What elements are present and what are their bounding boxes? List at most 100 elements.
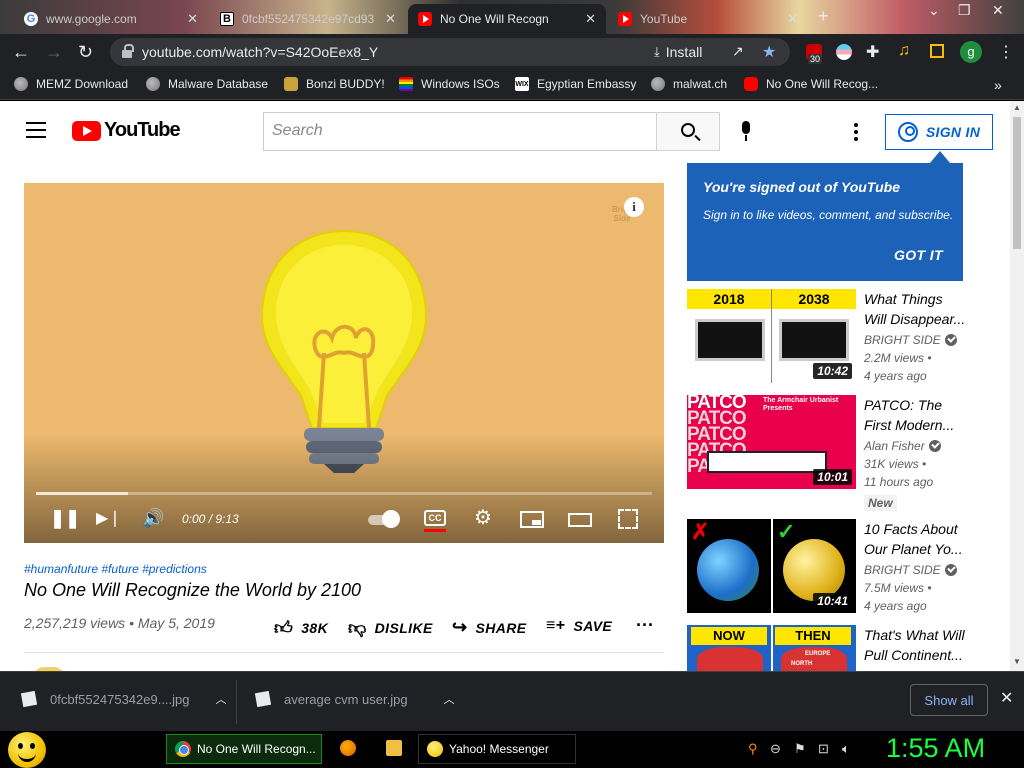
progress-bar[interactable] [36,492,652,495]
task-chrome[interactable]: No One Will Recogn... [166,734,322,764]
show-all-button[interactable]: Show all [910,684,988,716]
bookmark-memz[interactable]: MEMZ Download [14,77,128,91]
subtitles-button[interactable]: CC [424,510,446,526]
channel-name[interactable]: BRIGHT SIDE [864,333,957,347]
hashtags[interactable]: #humanfuture #future #predictions [24,562,207,576]
related-title: What Things Will Disappear... [864,289,974,329]
install-button[interactable]: ⤓ Install [654,44,702,60]
fullscreen-icon[interactable] [618,509,638,529]
bookmark-star-icon[interactable]: ★ [762,42,776,62]
rainbow-flag-icon [399,77,413,91]
volume-icon[interactable]: 🔈︎ [842,741,850,757]
related-video[interactable]: PATCO PATCO PATCO PATCO PATCO The Armcha… [687,395,1007,511]
close-icon[interactable]: ✕ [187,11,198,27]
video-player[interactable]: Bright Side i ❚❚ ▶❘ 🔊 0:00 / 9:13 CC ⚙ [24,183,664,543]
bookmark-label: malwat.ch [673,77,728,91]
video-thumbnail[interactable]: ✗ ✓ 10:41 [687,519,856,613]
reload-icon[interactable]: ↻ [78,42,93,62]
download-item[interactable]: 0fcbf552475342e9....jpg ︿ [20,690,227,708]
sign-in-button[interactable]: SIGN IN [885,114,993,150]
bookmark-label: Bonzi BUDDY! [306,77,385,91]
video-thumbnail[interactable]: PATCO PATCO PATCO PATCO PATCO The Armcha… [687,395,856,489]
related-video[interactable]: 2018 2038 10:42 What Things Will Disappea… [687,289,1007,389]
restore-icon[interactable]: ❐ [958,2,971,19]
scroll-down-icon[interactable]: ▼ [1013,657,1021,666]
pause-icon[interactable]: ❚❚ [50,508,80,529]
chevron-down-icon[interactable]: ⌄ [928,2,940,19]
sidepanel-icon[interactable] [930,44,944,58]
hamburger-menu-icon[interactable] [26,122,46,138]
settings-menu-icon[interactable] [854,123,858,144]
minus-circle-icon[interactable]: ⊖ [770,741,781,757]
forward-icon[interactable]: → [45,42,63,62]
bookmark-windows-isos[interactable]: Windows ISOs [399,77,500,91]
tab-title: www.google.com [46,12,137,26]
url-text[interactable]: youtube.com/watch?v=S42OoEex8_Y [142,44,378,60]
firefox-icon[interactable] [340,740,356,756]
theater-mode-icon[interactable] [568,513,592,527]
puzzle-icon[interactable]: ✚ [866,42,879,62]
next-icon[interactable]: ▶❘ [96,508,122,528]
search-button[interactable] [656,112,720,151]
tab-title: YouTube [640,12,688,26]
related-title-line: First Modern... [864,417,955,433]
folder-icon[interactable] [386,740,402,756]
related-video[interactable]: ✗ ✓ 10:41 10 Facts About Our Planet Yo...… [687,519,1007,619]
bookmark-bonzi[interactable]: Bonzi BUDDY! [284,77,385,91]
bookmark-egyptian-embassy[interactable]: WIX Egyptian Embassy [515,77,636,91]
channel-name[interactable]: Alan Fisher [864,439,941,453]
task-yahoo-messenger[interactable]: Yahoo! Messenger [418,734,576,764]
menu-icon[interactable]: ⋮ [998,42,1014,62]
settings-gear-icon[interactable]: ⚙ [474,505,492,530]
bookmark-malwatch[interactable]: malwat.ch [651,77,727,91]
close-icon[interactable]: ✕ [787,11,798,27]
video-thumbnail[interactable]: 2018 2038 10:42 [687,289,856,383]
start-button-smiley-icon[interactable] [8,732,46,768]
bookmark-video[interactable]: No One Will Recog... [744,77,878,91]
network-icon[interactable]: ⊡ [818,741,829,757]
scroll-up-icon[interactable]: ▲ [1013,103,1021,112]
new-tab-button[interactable]: + [818,6,829,27]
pride-extension-icon[interactable] [836,44,852,60]
bookmark-label: MEMZ Download [36,77,129,91]
bookmarks-overflow-button[interactable]: » [994,77,1002,93]
chevron-up-icon[interactable]: ︿ [216,691,227,707]
scrollbar-thumb[interactable] [1013,117,1021,249]
address-bar[interactable]: youtube.com/watch?v=S42OoEex8_Y ⤓ Instal… [110,38,790,66]
chevron-up-icon[interactable]: ︿ [444,691,455,707]
download-item[interactable]: average cvm user.jpg ︿ [254,690,455,708]
more-actions-icon[interactable]: ··· [636,615,654,636]
related-video[interactable]: NOW THEN EUROPE NORTH That's What Will Pu… [687,625,1007,671]
back-icon[interactable]: ← [12,42,30,62]
flag-icon[interactable]: ⚑ [794,741,806,757]
dislike-button[interactable]: 👎︎ DISLIKE [348,617,433,639]
tab-google[interactable]: G www.google.com ✕ [14,4,208,34]
close-icon[interactable]: ✕ [585,11,596,27]
tab-youtube[interactable]: YouTube ✕ [608,4,808,34]
save-button[interactable]: ≡+ SAVE [546,617,612,635]
close-window-icon[interactable]: ✕ [992,2,1004,19]
search-input[interactable]: Search [263,112,657,151]
share-icon[interactable]: ↗ [732,43,744,60]
youtube-logo[interactable]: YouTube [72,119,181,142]
channel-name[interactable]: BRIGHT SIDE [864,563,957,577]
clock[interactable]: 1:55 AM [886,733,985,764]
tab-image[interactable]: B 0fcbf552475342e97cd93 ✕ [210,4,406,34]
related-title-line: Will Disappear... [864,311,966,327]
download-filename: 0fcbf552475342e9....jpg [50,691,190,707]
info-icon[interactable]: i [624,197,644,217]
microphone-icon[interactable] [740,121,752,143]
got-it-button[interactable]: GOT IT [894,247,943,263]
like-button[interactable]: 👍︎ 38K [274,617,328,639]
share-button[interactable]: ↪ SHARE [452,617,527,638]
profile-avatar[interactable]: g [960,41,982,63]
tab-active-video[interactable]: No One Will Recogn ✕ [408,4,606,34]
video-thumbnail[interactable]: NOW THEN EUROPE NORTH [687,625,856,671]
volume-icon[interactable]: 🔊 [142,508,164,529]
bookmark-malware-db[interactable]: Malware Database [146,77,268,91]
page-scrollbar[interactable]: ▲ ▼ [1010,101,1024,671]
media-icon[interactable]: ♫ [898,42,910,60]
close-icon[interactable]: ✕ [1000,688,1013,708]
search-icon[interactable]: ⚲ [748,741,758,757]
close-icon[interactable]: ✕ [385,11,396,27]
